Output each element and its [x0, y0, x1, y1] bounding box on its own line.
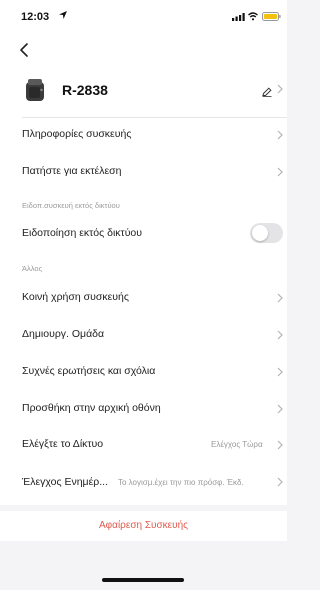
remove-device-button[interactable]: Αφαίρεση Συσκευής	[0, 511, 287, 541]
chevron-right-icon	[277, 293, 283, 303]
check-update-value: Το λογισμ.έχει την πιο πρόσφ. Έκδ.	[118, 478, 244, 487]
divider	[22, 117, 287, 118]
chevron-right-icon	[277, 130, 283, 140]
cellular-signal-icon	[232, 13, 245, 21]
chevron-right-icon	[277, 367, 283, 377]
row-add-to-home-label: Προσθήκη στην αρχική οθόνη	[22, 402, 161, 414]
row-create-group-label: Δημιουργ. Ομάδα	[22, 328, 105, 340]
row-tap-to-run-label: Πατήστε για εκτέλεση	[22, 165, 122, 177]
location-arrow-icon	[59, 11, 67, 19]
status-bar: 12:03	[0, 0, 287, 34]
battery-icon	[262, 12, 281, 21]
chevron-right-icon	[277, 404, 283, 414]
check-network-value: Ελέγχος Τώρα	[211, 440, 263, 449]
chevron-right-icon	[277, 330, 283, 340]
row-share-device-label: Κοινή χρήση συσκευής	[22, 291, 129, 303]
chevron-right-icon	[277, 477, 283, 487]
toggle-knob	[252, 225, 268, 241]
device-name: R-2838	[62, 82, 108, 98]
home-indicator	[102, 578, 184, 582]
row-offline-notification-label: Ειδοποίηση εκτός δικτύου	[22, 227, 143, 239]
settings-card	[0, 34, 287, 505]
edit-name-button[interactable]	[262, 84, 272, 97]
status-time: 12:03	[21, 11, 50, 23]
pencil-icon	[262, 87, 272, 97]
row-check-update-label: Έλεγχος Ενημέρ...	[22, 476, 109, 488]
back-button[interactable]	[18, 42, 30, 58]
chevron-right-icon	[277, 84, 283, 94]
row-faq-label: Συχνές ερωτήσεις και σχόλια	[22, 365, 156, 377]
remove-device-label: Αφαίρεση Συσκευής	[99, 520, 188, 531]
row-check-network-label: Ελέγξτε το Δίκτυο	[22, 438, 104, 450]
chevron-right-icon	[277, 167, 283, 177]
section-other: Άλλος	[22, 264, 43, 273]
offline-notification-toggle[interactable]	[250, 223, 283, 243]
row-device-info-label: Πληροφορίες συσκευής	[22, 128, 132, 140]
air-fryer-icon	[26, 79, 44, 101]
chevron-right-icon	[277, 440, 283, 450]
section-offline-notification: Ειδοπ.συσκευή εκτός δικτύου	[22, 201, 120, 210]
wifi-icon	[248, 12, 258, 21]
